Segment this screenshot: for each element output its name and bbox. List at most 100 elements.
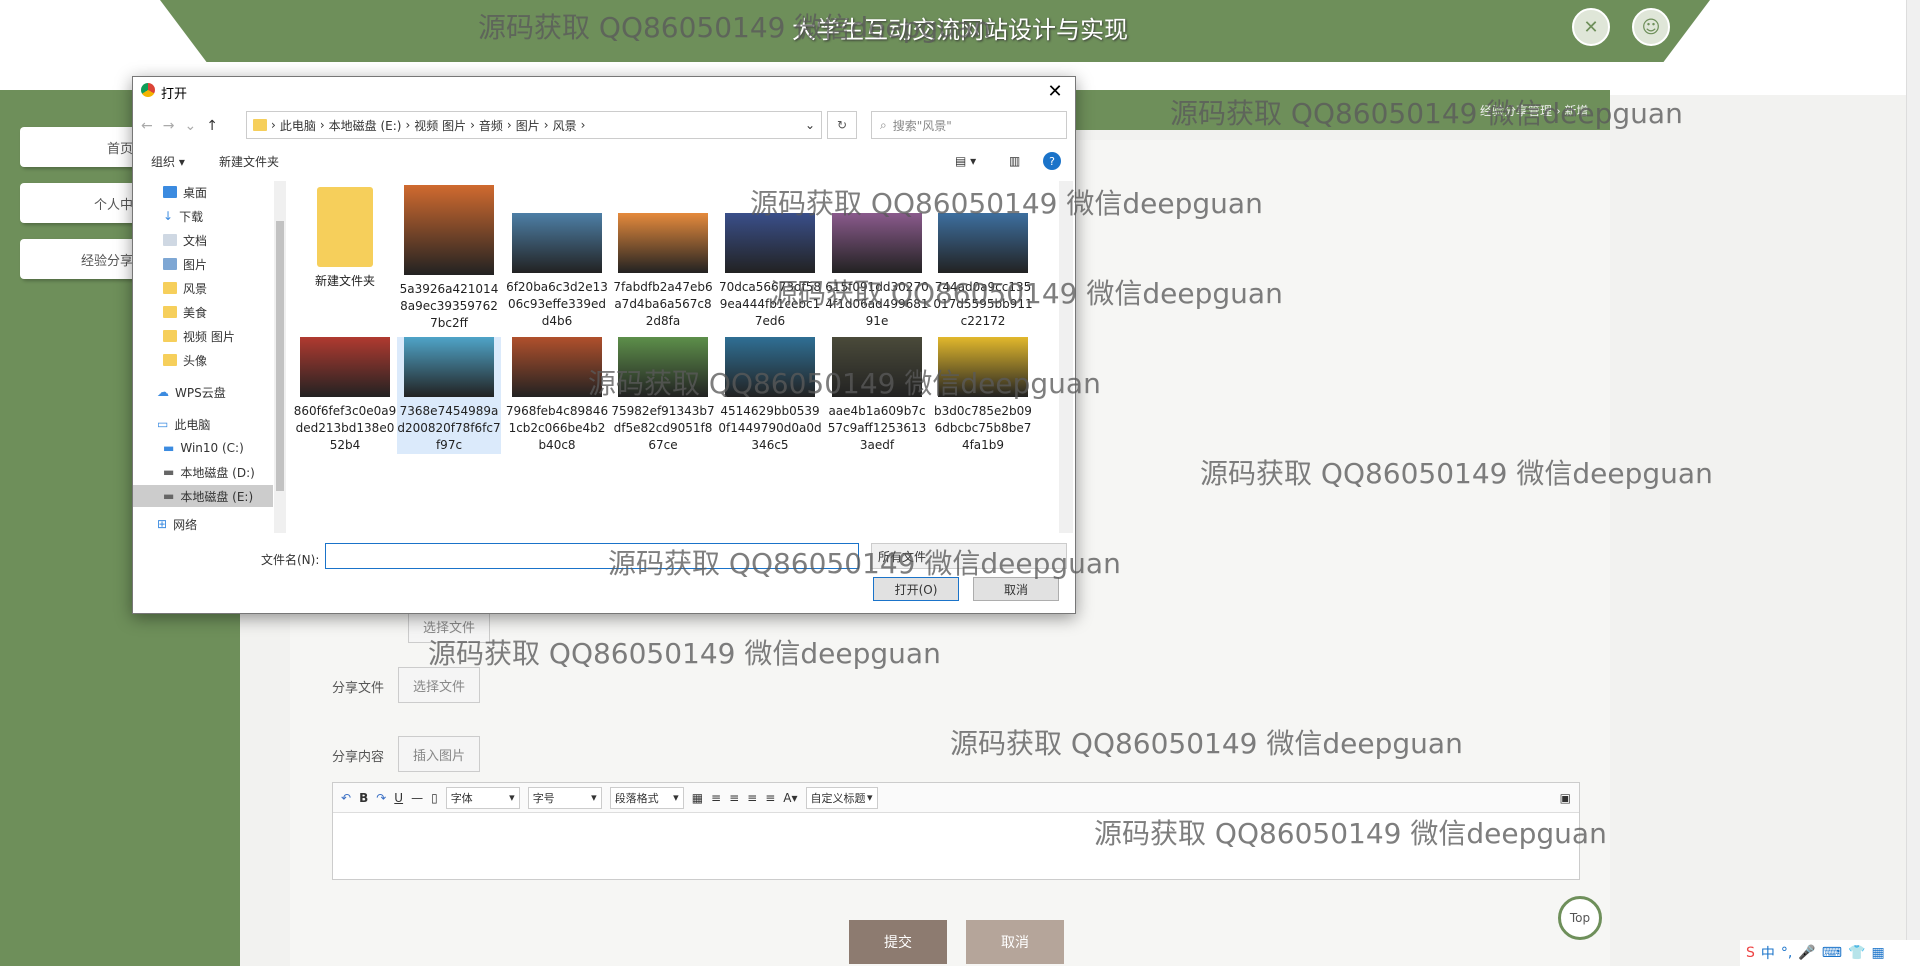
- image-file-item[interactable]: 7968feb4c898461cb2c066be4b2b40c8: [505, 337, 609, 454]
- fullscreen-icon[interactable]: ✕: [1572, 8, 1610, 46]
- filetype-select[interactable]: 所有文件: [871, 543, 1067, 569]
- font-color-icon[interactable]: A▾: [783, 791, 797, 805]
- organize-button[interactable]: 组织 ▾: [151, 153, 185, 170]
- nav-this-pc[interactable]: ▭ 此电脑: [157, 413, 210, 435]
- up-arrow-icon[interactable]: ↑: [206, 118, 218, 134]
- crumb-audio[interactable]: 音频: [479, 117, 503, 134]
- image-file-item[interactable]: 7fabdfb2a47eb6a7d4ba6a567c82d8fa: [611, 213, 715, 330]
- nav-downloads[interactable]: ↓ 下载: [163, 205, 203, 227]
- image-file-item[interactable]: 75982ef91343b7df5e82cd9051f867ce: [611, 337, 715, 454]
- nav-avatar[interactable]: 头像: [163, 349, 207, 371]
- filename-input[interactable]: [325, 543, 859, 569]
- chevron-down-icon[interactable]: ⌄: [184, 118, 196, 134]
- user-avatar-icon[interactable]: ☺: [1632, 8, 1670, 46]
- nav-video-image[interactable]: 视频 图片: [163, 325, 235, 347]
- rich-text-editor[interactable]: ↶ B ↷ U — ▯ 字体 ▾ 字号 ▾ 段落格式 ▾ ▦ ≡ ≡ ≡ ≡ A▾ 自…: [332, 782, 1580, 880]
- image-file-item[interactable]: 615f091dd302704f1d06ad49968191e: [825, 213, 929, 330]
- toolbox-icon[interactable]: ▦: [1871, 945, 1884, 961]
- nav-drive-c[interactable]: ▬ Win10 (C:): [163, 437, 244, 459]
- forward-arrow-icon[interactable]: →: [163, 118, 175, 134]
- image-file-item[interactable]: 860f6fef3c0e0a9ded213bd138e052b4: [293, 337, 397, 454]
- file-list-scrollbar[interactable]: [1059, 181, 1073, 533]
- nav-drive-d[interactable]: ▬ 本地磁盘 (D:): [163, 461, 255, 483]
- horizontal-rule-icon[interactable]: —: [411, 791, 423, 805]
- open-button[interactable]: 打开(O): [873, 577, 959, 601]
- share-file-button[interactable]: 选择文件: [398, 667, 480, 703]
- image-file-item[interactable]: 70dca56673df589ea444fb1cebc17ed6: [718, 213, 822, 330]
- ime-toolbar[interactable]: S 中 °, 🎤 ⌨ 👕 ▦: [1740, 940, 1920, 966]
- nav-drive-e[interactable]: ▬ 本地磁盘 (E:): [133, 485, 273, 507]
- drive-icon: ▬: [163, 489, 175, 503]
- nav-desktop[interactable]: 桌面: [163, 181, 207, 203]
- close-icon[interactable]: ✕: [1041, 79, 1069, 103]
- image-file-item[interactable]: 6f20ba6c3d2e1306c93effe339edd4b6: [505, 213, 609, 330]
- file-name: 新建文件夹: [314, 274, 375, 288]
- ime-language[interactable]: 中: [1761, 943, 1775, 963]
- file-name: 6f20ba6c3d2e1306c93effe339edd4b6: [506, 280, 608, 328]
- justify-icon[interactable]: ≡: [765, 791, 775, 805]
- underline-icon[interactable]: U: [394, 791, 403, 805]
- file-name: 70dca56673df589ea444fb1cebc17ed6: [718, 280, 822, 328]
- page-scrollbar[interactable]: [1906, 0, 1920, 940]
- fullscreen-editor-icon[interactable]: ▣: [1560, 791, 1571, 805]
- align-left-icon[interactable]: ≡: [711, 791, 721, 805]
- skin-icon[interactable]: 👕: [1848, 945, 1865, 961]
- table-icon[interactable]: ▦: [692, 791, 703, 805]
- address-bar[interactable]: › 此电脑 › 本地磁盘 (E:) › 视频 图片 › 音频 › 图片 › 风景 › ⌄: [246, 111, 822, 139]
- back-to-top-button[interactable]: Top: [1558, 896, 1602, 940]
- align-center-icon[interactable]: ≡: [747, 791, 757, 805]
- keyboard-icon[interactable]: ⌨: [1822, 945, 1842, 961]
- view-options-icon[interactable]: ▤ ▾: [955, 154, 976, 168]
- insert-image-button[interactable]: 插入图片: [398, 736, 480, 772]
- punctuation-icon[interactable]: °,: [1781, 945, 1792, 961]
- image-file-item[interactable]: 7368e7454989ad200820f78f6fc7f97c: [397, 337, 501, 454]
- nav-pictures[interactable]: 图片: [163, 253, 207, 275]
- file-name: 75982ef91343b7df5e82cd9051f867ce: [611, 404, 715, 452]
- folder-item[interactable]: 新建文件夹: [293, 187, 397, 290]
- help-icon[interactable]: ?: [1043, 152, 1061, 170]
- preview-pane-icon[interactable]: ▥: [1009, 154, 1020, 168]
- submit-button[interactable]: 提交: [849, 920, 947, 964]
- microphone-icon[interactable]: 🎤: [1798, 945, 1815, 961]
- refresh-icon[interactable]: ↻: [827, 111, 857, 139]
- chrome-icon: [141, 83, 155, 97]
- nav-pane-scrollbar[interactable]: [274, 181, 286, 533]
- crumb-images[interactable]: 图片: [516, 117, 540, 134]
- image-thumbnail: [832, 213, 922, 273]
- nav-documents[interactable]: 文档: [163, 229, 207, 251]
- font-select[interactable]: 字体 ▾: [445, 786, 520, 809]
- upload-file-button[interactable]: 选择文件: [408, 609, 490, 643]
- nav-network[interactable]: ⊞ 网络: [157, 513, 197, 533]
- crumb-scenery[interactable]: 风景: [553, 117, 577, 134]
- paragraph-select[interactable]: 段落格式 ▾: [609, 786, 684, 809]
- folder-icon: [163, 282, 177, 294]
- address-dropdown-icon[interactable]: ⌄: [805, 118, 815, 132]
- undo-icon[interactable]: ↶: [341, 791, 351, 805]
- cancel-button[interactable]: 取消: [966, 920, 1064, 964]
- image-thumbnail: [512, 213, 602, 273]
- nav-scenery[interactable]: 风景: [163, 277, 207, 299]
- page-icon[interactable]: ▯: [431, 791, 438, 805]
- new-folder-button[interactable]: 新建文件夹: [219, 153, 279, 170]
- image-file-item[interactable]: 4514629bb05390f1449790d0a0d346c5: [718, 337, 822, 454]
- search-placeholder: 搜索"风景": [892, 118, 952, 133]
- scroll-thumb[interactable]: [276, 221, 284, 491]
- redo-icon[interactable]: ↷: [376, 791, 386, 805]
- crumb-this-pc[interactable]: 此电脑: [280, 117, 316, 134]
- font-size-select[interactable]: 字号 ▾: [527, 786, 602, 809]
- image-file-item[interactable]: b3d0c785e2b096dbcbc75b8be74fa1b9: [931, 337, 1035, 454]
- image-file-item[interactable]: aae4b1a609b7c57c9aff12536133aedf: [825, 337, 929, 454]
- image-file-item[interactable]: 5a3926a4210148a9ec393597627bc2ff: [397, 185, 501, 332]
- folder-icon: [163, 330, 177, 342]
- crumb-video-image[interactable]: 视频 图片: [414, 117, 466, 134]
- crumb-drive-e[interactable]: 本地磁盘 (E:): [329, 117, 402, 134]
- dialog-cancel-button[interactable]: 取消: [973, 577, 1059, 601]
- nav-wps-cloud[interactable]: ☁ WPS云盘: [157, 381, 226, 403]
- nav-food[interactable]: 美食: [163, 301, 207, 323]
- bold-icon[interactable]: B: [359, 791, 368, 805]
- align-right-icon[interactable]: ≡: [729, 791, 739, 805]
- image-file-item[interactable]: 744ad0a9cc135017d5595bb911c22172: [931, 213, 1035, 330]
- back-arrow-icon[interactable]: ←: [141, 118, 153, 134]
- custom-title-select[interactable]: 自定义标题 ▾: [805, 786, 878, 809]
- search-input[interactable]: ⌕ 搜索"风景": [871, 111, 1067, 139]
